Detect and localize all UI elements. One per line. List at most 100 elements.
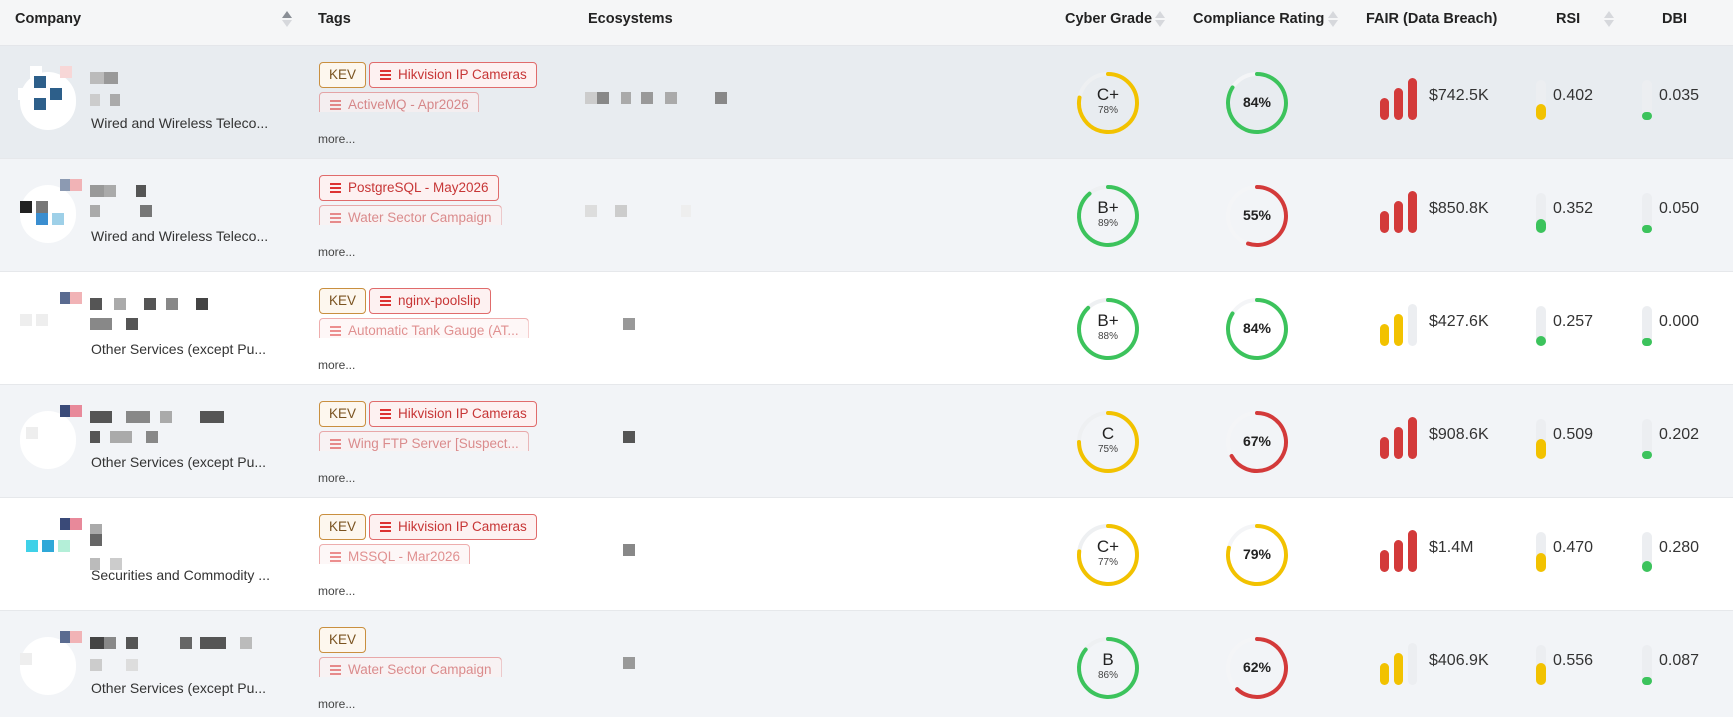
- rsi-meter: [1536, 80, 1546, 120]
- cyber-grade-gauge[interactable]: B+ 89%: [1075, 183, 1141, 249]
- column-header-fair[interactable]: FAIR (Data Breach): [1366, 0, 1497, 46]
- table-row[interactable]: Other Services (except Pu... KEV Water Sec…: [0, 611, 1733, 717]
- industry-label: Other Services (except Pu...: [91, 454, 267, 470]
- compliance-gauge[interactable]: 79%: [1224, 522, 1290, 588]
- company-name-redacted[interactable]: [90, 411, 280, 451]
- threat-tag[interactable]: Hikvision IP Cameras: [369, 401, 537, 427]
- more-tags-link[interactable]: more...: [318, 358, 355, 372]
- threat-tag[interactable]: Water Sector Campaign: [319, 657, 502, 677]
- fair-value: $850.8K: [1429, 200, 1489, 217]
- more-tags-link[interactable]: more...: [318, 697, 355, 711]
- company-name-redacted[interactable]: [90, 298, 280, 338]
- rsi-meter: [1536, 419, 1546, 459]
- threat-tag[interactable]: PostgreSQL - May2026: [319, 175, 499, 201]
- compliance-gauge[interactable]: 84%: [1224, 70, 1290, 136]
- table-row[interactable]: Other Services (except Pu... KEV Hikvision…: [0, 385, 1733, 498]
- cyber-grade-percent: 77%: [1097, 557, 1118, 568]
- fair-risk-bars: [1380, 302, 1424, 346]
- cyber-grade-gauge[interactable]: C 75%: [1075, 409, 1141, 475]
- threat-tag[interactable]: Water Sector Campaign: [319, 205, 502, 225]
- compliance-gauge[interactable]: 84%: [1224, 296, 1290, 362]
- fair-risk-bars: [1380, 528, 1424, 572]
- column-header-rsi[interactable]: RSI: [1556, 0, 1580, 46]
- table-row[interactable]: Wired and Wireless Teleco... KEV Hikvision…: [0, 46, 1733, 159]
- cyber-grade-percent: 75%: [1097, 444, 1118, 455]
- dbi-value: 0.035: [1659, 87, 1700, 104]
- fair-risk-bars: [1380, 76, 1424, 120]
- kev-tag[interactable]: KEV: [319, 627, 367, 653]
- column-header-dbi[interactable]: DBI: [1662, 0, 1687, 46]
- kev-tag[interactable]: KEV: [319, 288, 367, 314]
- list-icon: [380, 522, 391, 532]
- more-tags-link[interactable]: more...: [318, 584, 355, 598]
- industry-label: Wired and Wireless Teleco...: [91, 228, 269, 244]
- list-icon: [380, 409, 391, 419]
- more-tags-link[interactable]: more...: [318, 245, 355, 259]
- list-icon: [330, 326, 341, 336]
- list-icon: [330, 552, 341, 562]
- table-row[interactable]: Wired and Wireless Teleco... PostgreSQL -…: [0, 159, 1733, 272]
- dbi-meter: [1642, 419, 1652, 459]
- company-logo: [16, 292, 86, 362]
- more-tags-link[interactable]: more...: [318, 471, 355, 485]
- compliance-gauge[interactable]: 67%: [1224, 409, 1290, 475]
- threat-tag[interactable]: Hikvision IP Cameras: [369, 62, 537, 88]
- fair-value: $406.9K: [1429, 652, 1489, 669]
- dbi-meter: [1642, 532, 1652, 572]
- column-header-compliance-rating[interactable]: Compliance Rating: [1193, 0, 1324, 46]
- fair-bar-high: [1408, 643, 1417, 685]
- fair-bar-mid: [1394, 201, 1403, 233]
- cyber-grade-gauge[interactable]: C+ 78%: [1075, 70, 1141, 136]
- more-tags-link[interactable]: more...: [318, 132, 355, 146]
- list-icon: [330, 213, 341, 223]
- compliance-percent: 84%: [1242, 94, 1272, 110]
- cyber-grade-gauge[interactable]: C+ 77%: [1075, 522, 1141, 588]
- sort-arrows-icon[interactable]: [1604, 0, 1614, 40]
- sort-arrows-icon[interactable]: [282, 0, 292, 40]
- kev-tag[interactable]: KEV: [319, 514, 367, 540]
- company-name-redacted[interactable]: [90, 524, 280, 570]
- table-row[interactable]: Other Services (except Pu... KEV nginx-poo…: [0, 272, 1733, 385]
- column-header-cyber-grade[interactable]: Cyber Grade: [1065, 0, 1152, 46]
- ecosystems-redacted: [585, 86, 785, 126]
- ecosystems-redacted: [585, 651, 785, 691]
- company-name-redacted[interactable]: [90, 72, 280, 112]
- fair-value: $908.6K: [1429, 426, 1489, 443]
- compliance-percent: 79%: [1242, 546, 1272, 562]
- kev-tag[interactable]: KEV: [319, 62, 367, 88]
- table-header: Company Tags Ecosystems Cyber Grade Comp…: [0, 0, 1733, 46]
- threat-tag[interactable]: nginx-poolslip: [369, 288, 491, 314]
- compliance-gauge[interactable]: 55%: [1224, 183, 1290, 249]
- list-icon: [330, 100, 341, 110]
- threat-tag[interactable]: Hikvision IP Cameras: [369, 514, 537, 540]
- cyber-grade-letter: B: [1102, 650, 1114, 669]
- threat-tag[interactable]: MSSQL - Mar2026: [319, 544, 471, 564]
- threat-tag[interactable]: Wing FTP Server [Suspect...: [319, 431, 529, 451]
- threat-tag[interactable]: Automatic Tank Gauge (AT...: [319, 318, 529, 338]
- company-name-redacted[interactable]: [90, 185, 280, 225]
- column-header-tags: Tags: [318, 11, 351, 27]
- rsi-value: 0.509: [1553, 426, 1594, 443]
- fair-risk-bars: [1380, 189, 1424, 233]
- column-header-company[interactable]: Company: [15, 0, 81, 46]
- cyber-grade-gauge[interactable]: B+ 88%: [1075, 296, 1141, 362]
- fair-bar-mid: [1394, 88, 1403, 120]
- cyber-grade-gauge[interactable]: B 86%: [1075, 635, 1141, 701]
- table-row[interactable]: Securities and Commodity ... KEV Hikvision…: [0, 498, 1733, 611]
- threat-tag[interactable]: ActiveMQ - Apr2026: [319, 92, 479, 112]
- company-name-redacted[interactable]: [90, 637, 280, 677]
- cyber-grade-letter: B+: [1097, 198, 1119, 217]
- cyber-grade-percent: 86%: [1097, 670, 1118, 681]
- sort-arrows-icon[interactable]: [1155, 0, 1165, 40]
- industry-label: Other Services (except Pu...: [91, 341, 267, 357]
- compliance-percent: 84%: [1242, 320, 1272, 336]
- compliance-gauge[interactable]: 62%: [1224, 635, 1290, 701]
- sort-arrows-icon[interactable]: [1328, 0, 1338, 40]
- kev-tag[interactable]: KEV: [319, 401, 367, 427]
- fair-bar-low: [1380, 437, 1389, 459]
- list-icon: [380, 70, 391, 80]
- cyber-grade-percent: 89%: [1097, 218, 1118, 229]
- rsi-meter: [1536, 306, 1546, 346]
- dbi-value: 0.202: [1659, 426, 1700, 443]
- cyber-grade-letter: C: [1101, 424, 1115, 443]
